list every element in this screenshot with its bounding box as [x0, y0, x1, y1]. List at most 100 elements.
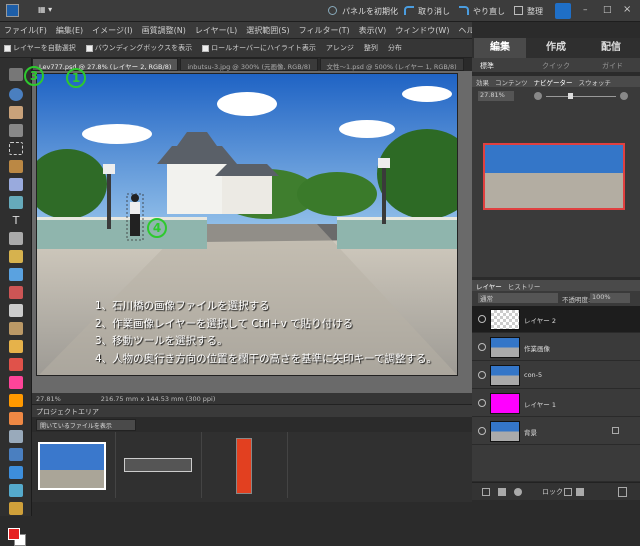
- smart-brush-tool-icon[interactable]: [9, 394, 23, 407]
- menu-layer[interactable]: レイヤー(L): [195, 25, 237, 36]
- visibility-eye-icon[interactable]: [478, 371, 486, 379]
- maximize-button[interactable]: □: [603, 5, 612, 15]
- zoom-readout[interactable]: 27.81%: [36, 395, 61, 403]
- zoom-slider[interactable]: [546, 96, 616, 97]
- trash-icon[interactable]: [618, 487, 627, 497]
- tab-effects[interactable]: 効果: [476, 77, 489, 87]
- healing-tool-icon[interactable]: [9, 304, 23, 317]
- organize-button[interactable]: 整理: [527, 6, 543, 17]
- tab-content[interactable]: コンテンツ: [495, 77, 528, 87]
- zoom-tool-icon[interactable]: [9, 88, 23, 101]
- magic-wand-tool-icon[interactable]: [9, 196, 23, 209]
- align-button[interactable]: 整列: [364, 43, 378, 53]
- navigator-thumbnail[interactable]: [483, 143, 625, 210]
- zoom-slider-handle[interactable]: [568, 93, 573, 99]
- new-layer-icon[interactable]: [482, 488, 490, 496]
- lasso-tool-icon[interactable]: [9, 160, 23, 173]
- tab-bunsei[interactable]: 文性〜1.psd @ 500% (レイヤー 1, RGB/8): [319, 58, 464, 71]
- sponge-tool-icon[interactable]: [9, 502, 23, 515]
- project-files-select[interactable]: 開いているファイルを表示: [36, 419, 136, 431]
- blur-tool-icon[interactable]: [9, 484, 23, 497]
- project-thumb-person[interactable]: [236, 438, 252, 494]
- layer-row[interactable]: レイヤー 1: [472, 390, 640, 417]
- pencil-tool-icon[interactable]: [9, 340, 23, 353]
- layer-row[interactable]: 作業画像: [472, 334, 640, 361]
- tab-history[interactable]: ヒストリー: [508, 281, 541, 291]
- menu-file[interactable]: ファイル(F): [4, 25, 47, 36]
- menu-image[interactable]: イメージ(I): [92, 25, 132, 36]
- move-tool-icon[interactable]: [9, 68, 23, 81]
- rollover-option[interactable]: ロールオーバーにハイライト表示: [202, 43, 316, 53]
- tab-guide[interactable]: ガイド: [602, 61, 623, 71]
- menu-select[interactable]: 選択範囲(S): [246, 25, 289, 36]
- zoom-out-icon[interactable]: [534, 92, 542, 100]
- tab-create[interactable]: 作成: [530, 38, 582, 58]
- tab-inbutsu[interactable]: inbutsu-3.jpg @ 300% (元画像, RGB/8): [180, 58, 318, 71]
- lock-transparency-icon[interactable]: [564, 488, 572, 496]
- bounding-box-option[interactable]: バウンディングボックスを表示: [85, 43, 192, 53]
- project-thumb-cell-1[interactable]: [32, 432, 116, 498]
- hand-tool-icon[interactable]: [9, 106, 23, 119]
- project-thumb-cell-2[interactable]: [118, 432, 202, 498]
- quick-select-tool-icon[interactable]: [9, 178, 23, 191]
- menu-window[interactable]: ウィンドウ(W): [395, 25, 449, 36]
- auto-select-checkbox[interactable]: [4, 44, 11, 52]
- adjustment-layer-icon[interactable]: [498, 488, 506, 496]
- red-eye-tool-icon[interactable]: [9, 286, 23, 299]
- menu-enhance[interactable]: 画質調整(N): [142, 25, 186, 36]
- close-button[interactable]: ×: [623, 4, 631, 15]
- visibility-eye-icon[interactable]: [478, 399, 486, 407]
- foreground-color-swatch[interactable]: [8, 528, 20, 540]
- menu-help[interactable]: ヘルプ(H): [458, 25, 472, 36]
- zoom-in-icon[interactable]: [620, 92, 628, 100]
- mode-button[interactable]: ▦ ▾: [38, 5, 52, 14]
- line-tool-icon[interactable]: [9, 466, 23, 479]
- paint-bucket-tool-icon[interactable]: [9, 412, 23, 425]
- shape-tool-icon[interactable]: [9, 448, 23, 461]
- tab-quick[interactable]: クイック: [542, 61, 570, 71]
- auto-select-option[interactable]: レイヤーを自動選択: [4, 43, 76, 53]
- crop-tool-icon[interactable]: [9, 232, 23, 245]
- eyedropper-tool-icon[interactable]: [9, 124, 23, 137]
- redo-button[interactable]: やり直し: [473, 6, 505, 17]
- opacity-field[interactable]: 100%: [590, 293, 630, 303]
- tab-layers[interactable]: レイヤー: [476, 281, 502, 291]
- navigator-zoom-field[interactable]: 27.81%: [478, 91, 514, 101]
- menu-filter[interactable]: フィルター(T): [299, 25, 350, 36]
- mask-icon[interactable]: [514, 488, 522, 496]
- tab-lev777[interactable]: Lev777.psd @ 27.8% (レイヤー 2, RGB/8): [32, 58, 179, 71]
- tab-edit[interactable]: 編集: [474, 38, 526, 58]
- visibility-eye-icon[interactable]: [478, 427, 486, 435]
- layer-row[interactable]: con-5: [472, 362, 640, 389]
- bounding-box-checkbox[interactable]: [85, 44, 93, 52]
- tab-share[interactable]: 配信: [585, 38, 637, 58]
- tab-navigator[interactable]: ナビゲーター: [534, 77, 573, 87]
- rollover-checkbox[interactable]: [202, 44, 210, 52]
- arrange-button[interactable]: アレンジ: [326, 43, 354, 53]
- brush-tool-icon[interactable]: [9, 358, 23, 371]
- cookie-cutter-tool-icon[interactable]: [9, 268, 23, 281]
- minimize-button[interactable]: –: [583, 5, 588, 15]
- layer-row[interactable]: レイヤー 2: [472, 306, 640, 333]
- home-icon[interactable]: [555, 3, 571, 19]
- recompose-tool-icon[interactable]: [9, 250, 23, 263]
- lock-all-icon[interactable]: [576, 488, 584, 496]
- gradient-tool-icon[interactable]: [9, 430, 23, 443]
- tab-standard[interactable]: 標準: [480, 61, 494, 71]
- distribute-button[interactable]: 分布: [388, 43, 402, 53]
- type-tool-icon[interactable]: T: [9, 214, 23, 227]
- tab-swatches[interactable]: スウォッチ: [579, 77, 612, 87]
- visibility-eye-icon[interactable]: [478, 343, 486, 351]
- layer-row[interactable]: 背景: [472, 418, 640, 445]
- marquee-tool-icon[interactable]: [9, 142, 23, 155]
- menu-edit[interactable]: 編集(E): [56, 25, 83, 36]
- menu-view[interactable]: 表示(V): [359, 25, 387, 36]
- reset-panels-button[interactable]: パネルを初期化: [342, 6, 398, 17]
- project-thumb-street[interactable]: [124, 458, 192, 472]
- undo-button[interactable]: 取り消し: [418, 6, 450, 17]
- visibility-eye-icon[interactable]: [478, 315, 486, 323]
- project-thumb-castle[interactable]: [38, 442, 106, 490]
- clone-tool-icon[interactable]: [9, 322, 23, 335]
- project-thumb-cell-3[interactable]: [204, 432, 288, 498]
- eraser-tool-icon[interactable]: [9, 376, 23, 389]
